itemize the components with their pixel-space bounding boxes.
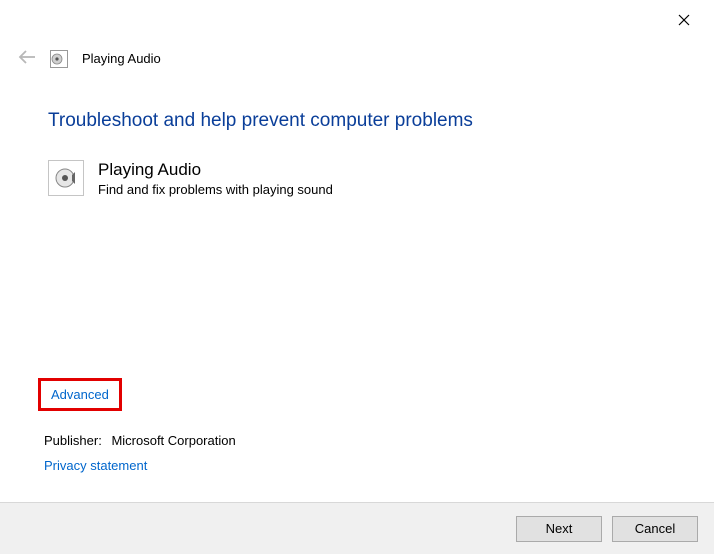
- troubleshooter-title: Playing Audio: [98, 160, 333, 180]
- window-header: Playing Audio: [18, 48, 161, 69]
- back-arrow-icon: [18, 48, 36, 69]
- troubleshooter-item: Playing Audio Find and fix problems with…: [48, 160, 666, 197]
- troubleshooter-description: Find and fix problems with playing sound: [98, 182, 333, 197]
- privacy-statement-link[interactable]: Privacy statement: [44, 458, 147, 473]
- page-heading: Troubleshoot and help prevent computer p…: [48, 110, 666, 132]
- lower-panel: Advanced Publisher: Microsoft Corporatio…: [44, 378, 666, 473]
- main-content: Troubleshoot and help prevent computer p…: [48, 110, 666, 197]
- publisher-name: Microsoft Corporation: [111, 433, 235, 448]
- advanced-highlight-box: Advanced: [38, 378, 122, 411]
- close-icon: [678, 14, 690, 26]
- advanced-link[interactable]: Advanced: [51, 387, 109, 402]
- troubleshooter-text: Playing Audio Find and fix problems with…: [98, 160, 333, 197]
- publisher-label: Publisher:: [44, 433, 102, 448]
- dialog-footer: Next Cancel: [0, 502, 714, 554]
- publisher-row: Publisher: Microsoft Corporation: [44, 433, 666, 448]
- playing-audio-icon: [48, 160, 84, 196]
- close-button[interactable]: [674, 10, 694, 30]
- troubleshooter-header-icon: [50, 50, 68, 68]
- next-button[interactable]: Next: [516, 516, 602, 542]
- window-title: Playing Audio: [82, 51, 161, 66]
- cancel-button[interactable]: Cancel: [612, 516, 698, 542]
